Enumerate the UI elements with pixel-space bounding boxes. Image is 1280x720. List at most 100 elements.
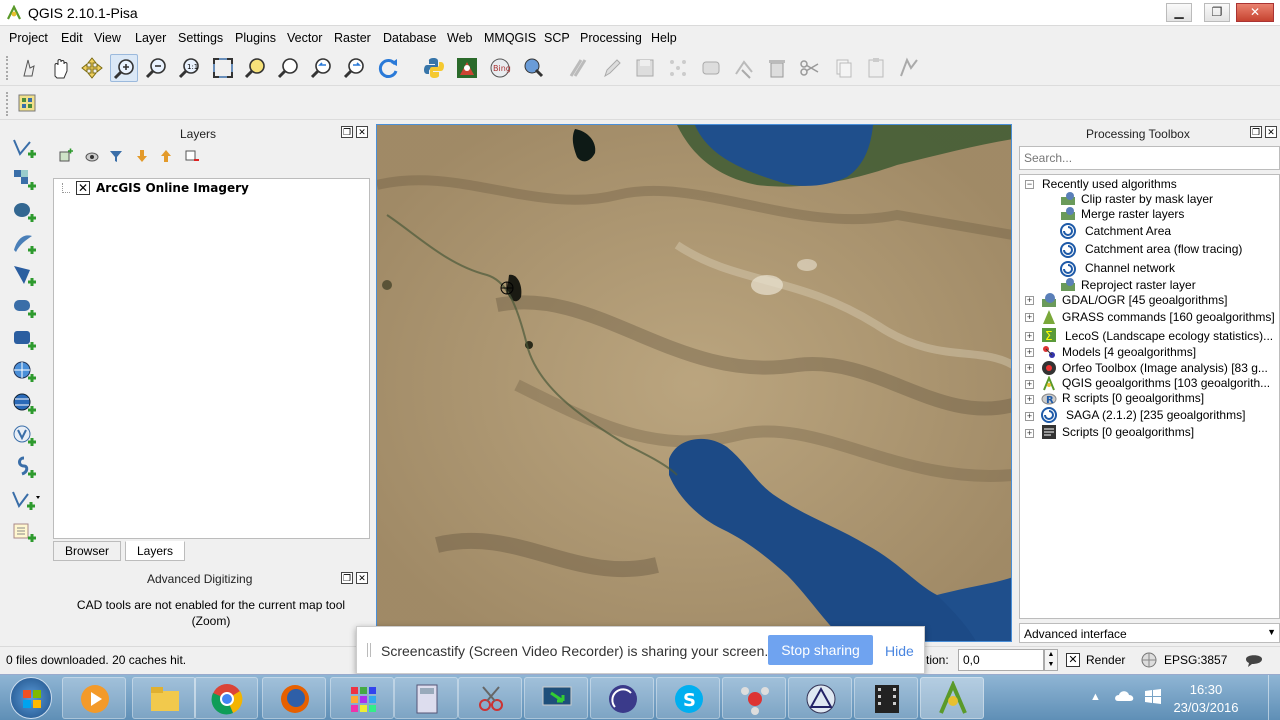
taskbar-office-icon[interactable] bbox=[330, 677, 394, 719]
add-postgis-layer-icon[interactable] bbox=[10, 198, 40, 226]
menu-mmqgis[interactable]: MMQGIS bbox=[484, 31, 536, 45]
expand-icon[interactable]: + bbox=[1025, 429, 1034, 438]
menu-vector[interactable]: Vector bbox=[287, 31, 322, 45]
expand-icon[interactable]: + bbox=[1025, 313, 1034, 322]
start-button[interactable] bbox=[10, 677, 52, 719]
new-vector-layer-icon[interactable] bbox=[10, 486, 40, 514]
minimize-button[interactable]: ▁ bbox=[1166, 3, 1192, 22]
add-virtual-layer-icon[interactable] bbox=[10, 518, 40, 546]
python-console-icon[interactable] bbox=[420, 54, 448, 82]
provider-saga[interactable]: SAGA (2.1.2) [235 geoalgorithms] bbox=[1066, 408, 1245, 422]
refresh-icon[interactable] bbox=[374, 54, 402, 82]
zoom-next-icon[interactable] bbox=[341, 54, 369, 82]
stop-sharing-button[interactable]: Stop sharing bbox=[768, 635, 873, 665]
zoom-full-icon[interactable] bbox=[209, 54, 237, 82]
menu-project[interactable]: Project bbox=[9, 31, 48, 45]
provider-gdal[interactable]: GDAL/OGR [45 geoalgorithms] bbox=[1062, 293, 1227, 307]
panel-close-button[interactable]: ✕ bbox=[356, 572, 368, 584]
add-wcs-layer-icon[interactable] bbox=[10, 390, 40, 418]
recent-channel-network[interactable]: Channel network bbox=[1085, 261, 1175, 275]
current-edits-icon[interactable] bbox=[565, 54, 593, 82]
toggle-editing-icon[interactable] bbox=[598, 54, 626, 82]
menu-processing[interactable]: Processing bbox=[580, 31, 642, 45]
pan-map-icon[interactable] bbox=[46, 54, 74, 82]
provider-orfeo[interactable]: Orfeo Toolbox (Image analysis) [83 g... bbox=[1062, 361, 1268, 375]
filter-legend-icon[interactable] bbox=[108, 148, 124, 164]
recent-catchment-flow-tracing[interactable]: Catchment area (flow tracing) bbox=[1085, 242, 1242, 256]
expand-icon[interactable]: + bbox=[1025, 296, 1034, 305]
add-vector-layer-icon[interactable] bbox=[10, 134, 40, 162]
raster-calculator-icon[interactable] bbox=[14, 90, 42, 118]
show-desktop-button[interactable] bbox=[1268, 675, 1280, 720]
add-oracle-layer-icon[interactable] bbox=[10, 294, 40, 322]
map-canvas[interactable] bbox=[376, 124, 1012, 642]
layer-item-arcgis[interactable]: ArcGIS Online Imagery bbox=[96, 181, 249, 195]
expand-icon[interactable]: + bbox=[1025, 395, 1034, 404]
provider-models[interactable]: Models [4 geoalgorithms] bbox=[1062, 345, 1196, 359]
taskbar-skype-icon[interactable]: S bbox=[656, 677, 720, 719]
menu-web[interactable]: Web bbox=[447, 31, 472, 45]
provider-lecos[interactable]: LecoS (Landscape ecology statistics)... bbox=[1065, 329, 1273, 343]
menu-help[interactable]: Help bbox=[651, 31, 677, 45]
recent-merge-raster[interactable]: Merge raster layers bbox=[1081, 207, 1184, 221]
zoom-in-icon[interactable] bbox=[110, 54, 138, 82]
touch-zoom-icon[interactable] bbox=[14, 54, 42, 82]
identify-globe-icon[interactable] bbox=[519, 54, 547, 82]
expand-icon[interactable]: + bbox=[1025, 412, 1034, 421]
move-feature-icon[interactable] bbox=[697, 54, 725, 82]
add-raster-layer-icon[interactable] bbox=[10, 166, 40, 194]
add-group-icon[interactable] bbox=[58, 148, 74, 164]
system-clock[interactable]: 16:30 23/03/2016 bbox=[1168, 681, 1244, 717]
menu-edit[interactable]: Edit bbox=[61, 31, 83, 45]
expand-icon[interactable]: + bbox=[1025, 348, 1034, 357]
recent-catchment-area[interactable]: Catchment Area bbox=[1085, 224, 1171, 238]
expand-all-icon[interactable] bbox=[134, 148, 150, 164]
menu-raster[interactable]: Raster bbox=[334, 31, 371, 45]
interface-mode-select[interactable]: Advanced interface ▼ bbox=[1019, 623, 1280, 643]
processing-search-input[interactable]: Search... bbox=[1019, 146, 1280, 170]
toolbar-grip[interactable] bbox=[6, 56, 10, 80]
taskbar-explorer-icon[interactable] bbox=[132, 677, 196, 719]
taskbar-remote-desktop-icon[interactable] bbox=[524, 677, 588, 719]
menu-plugins[interactable]: Plugins bbox=[235, 31, 276, 45]
recent-reproject-raster[interactable]: Reproject raster layer bbox=[1081, 278, 1196, 292]
panel-float-button[interactable]: ❐ bbox=[341, 126, 353, 138]
add-wfs-layer-icon[interactable] bbox=[10, 422, 40, 450]
panel-float-button[interactable]: ❐ bbox=[1250, 126, 1262, 138]
tab-browser[interactable]: Browser bbox=[53, 541, 122, 561]
taskbar-firefox-icon[interactable] bbox=[262, 677, 326, 719]
pan-to-selection-icon[interactable] bbox=[78, 54, 106, 82]
collapse-icon[interactable]: − bbox=[1025, 180, 1034, 189]
zoom-native-icon[interactable]: 1:1 bbox=[176, 54, 204, 82]
taskbar-molecule-app-icon[interactable] bbox=[722, 677, 786, 719]
menu-layer[interactable]: Layer bbox=[135, 31, 166, 45]
add-spatialite-layer-icon[interactable] bbox=[10, 230, 40, 258]
save-edits-icon[interactable] bbox=[631, 54, 659, 82]
cut-features-icon[interactable] bbox=[796, 54, 824, 82]
taskbar-video-editor-icon[interactable] bbox=[854, 677, 918, 719]
taskbar-arc-app-icon[interactable] bbox=[590, 677, 654, 719]
collapse-all-icon[interactable] bbox=[158, 148, 174, 164]
taskbar-calculator-icon[interactable] bbox=[394, 677, 458, 719]
taskbar-arcgis-icon[interactable] bbox=[788, 677, 852, 719]
hide-button[interactable]: Hide bbox=[885, 643, 914, 659]
zoom-to-layer-icon[interactable] bbox=[275, 54, 303, 82]
openlayers-plugin-icon[interactable]: Bing bbox=[486, 54, 514, 82]
zoom-to-selection-icon[interactable] bbox=[242, 54, 270, 82]
rotation-stepper[interactable]: ▲ ▼ bbox=[1044, 649, 1058, 671]
provider-r-scripts[interactable]: R scripts [0 geoalgorithms] bbox=[1062, 391, 1204, 405]
taskbar-qgis-icon[interactable] bbox=[920, 677, 984, 719]
layer-visibility-checkbox[interactable]: ✕ bbox=[76, 181, 90, 195]
expand-icon[interactable]: + bbox=[1025, 332, 1034, 341]
add-feature-icon[interactable] bbox=[664, 54, 692, 82]
render-checkbox[interactable]: ✕ bbox=[1066, 653, 1080, 667]
remove-layer-icon[interactable] bbox=[184, 148, 200, 164]
menu-database[interactable]: Database bbox=[383, 31, 437, 45]
taskbar-chrome-icon[interactable] bbox=[194, 677, 258, 719]
manage-visibility-icon[interactable] bbox=[84, 148, 100, 164]
crs-globe-icon[interactable] bbox=[1141, 652, 1157, 668]
windows-flag-icon[interactable] bbox=[1143, 687, 1163, 707]
messages-icon[interactable] bbox=[1244, 651, 1264, 669]
provider-scripts[interactable]: Scripts [0 geoalgorithms] bbox=[1062, 425, 1194, 439]
onedrive-icon[interactable] bbox=[1114, 687, 1136, 705]
